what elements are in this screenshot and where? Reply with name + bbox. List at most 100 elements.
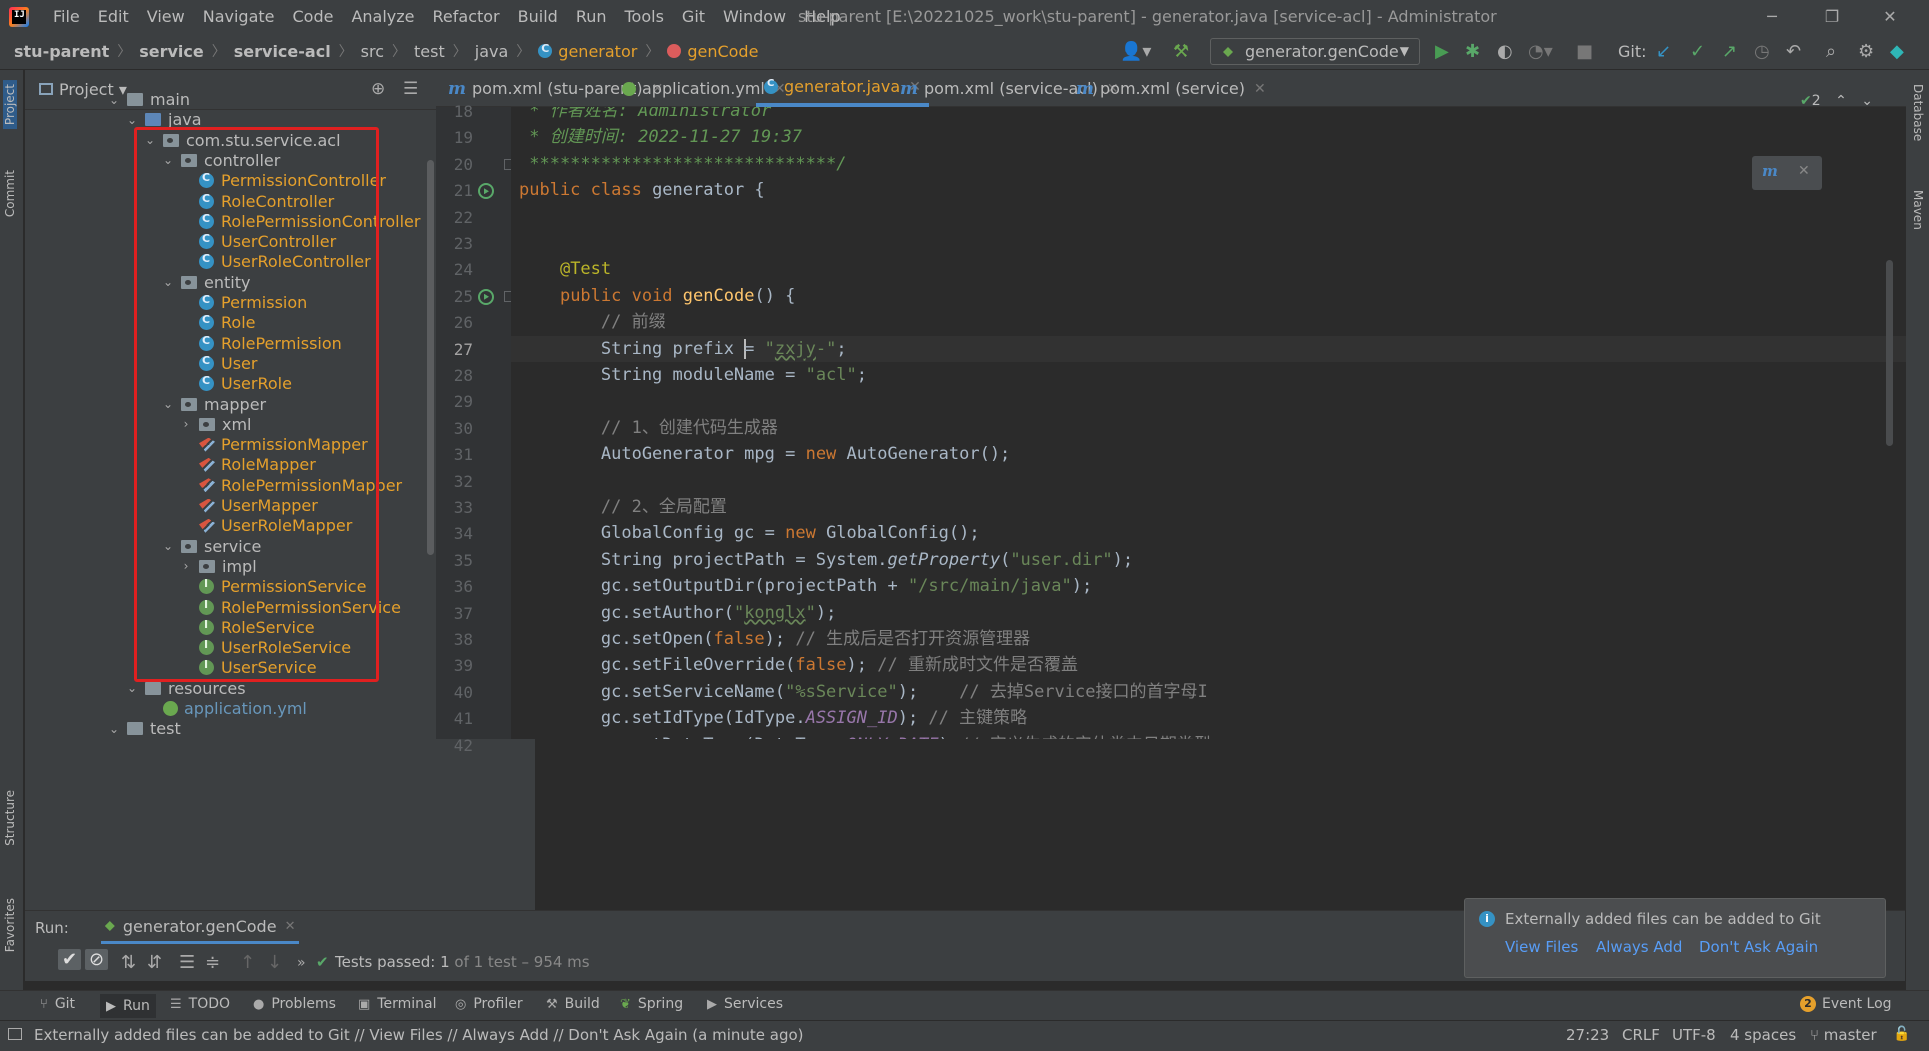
close-icon[interactable]: ✕ xyxy=(285,919,296,934)
sort-duration-icon[interactable]: ⇵ xyxy=(147,952,162,973)
database-tool-button[interactable]: Database xyxy=(1911,84,1925,141)
close-icon[interactable]: ✕ xyxy=(1254,81,1266,97)
code-line[interactable]: gc.setAuthor("konglx"); xyxy=(519,600,836,626)
chevron-right-icon[interactable]: › xyxy=(177,559,195,573)
code-line[interactable]: String projectPath = System.getProperty(… xyxy=(519,547,1133,573)
next-failed-icon[interactable]: ↓ xyxy=(267,952,282,973)
code-editor[interactable]: * 作者姓名: Administrator * 创建时间: 2022-11-27… xyxy=(511,107,1906,739)
chevron-down-icon[interactable]: ⌄ xyxy=(105,722,123,736)
locate-icon[interactable]: ⊕ xyxy=(371,79,385,99)
jetbrains-toolbox-icon[interactable]: ◆ xyxy=(1890,41,1904,63)
caret-position[interactable]: 27:23 xyxy=(1566,1026,1609,1044)
chevron-down-icon[interactable]: ⌄ xyxy=(159,275,177,289)
collapse-all-icon[interactable]: ≑ xyxy=(205,952,220,973)
history-icon[interactable]: ◷ xyxy=(1754,41,1770,63)
menu-git[interactable]: Git xyxy=(673,5,714,29)
project-tool-button[interactable]: Project xyxy=(3,80,17,130)
code-line[interactable]: String prefix = "zxjy-"; xyxy=(519,336,847,362)
code-line[interactable]: // 前缀 xyxy=(519,309,666,335)
chevron-down-icon[interactable]: ⌄ xyxy=(105,93,123,107)
run-test-gutter-icon[interactable] xyxy=(478,288,494,305)
menu-code[interactable]: Code xyxy=(284,5,343,29)
tool-tab-build[interactable]: ⚒ Build xyxy=(546,996,600,1012)
code-line[interactable]: gc.setIdType(IdType.ASSIGN_ID); // 主键策略 xyxy=(519,705,1027,731)
search-icon[interactable]: ⌕ xyxy=(1826,41,1836,63)
inspection-widget[interactable]: ✔2 ⌃ ⌄ xyxy=(1800,93,1873,109)
run-tab[interactable]: generator.genCode ✕ xyxy=(100,911,300,944)
file-encoding[interactable]: UTF-8 xyxy=(1672,1026,1716,1044)
tool-tab-problems[interactable]: ● Problems xyxy=(253,996,336,1012)
chevron-down-icon[interactable]: ⌄ xyxy=(123,681,141,695)
favorites-tool-button[interactable]: Favorites xyxy=(3,898,17,952)
breadcrumb-item[interactable]: generator xyxy=(558,42,637,61)
rollback-icon[interactable]: ↶ xyxy=(1786,41,1801,63)
code-line[interactable]: public void genCode() { xyxy=(519,283,795,309)
always-add-link[interactable]: Always Add xyxy=(1596,938,1682,956)
indent-setting[interactable]: 4 spaces xyxy=(1730,1026,1796,1044)
tree-node[interactable]: ⌄ test xyxy=(105,716,181,741)
close-icon[interactable]: ✕ xyxy=(1798,163,1810,179)
debug-icon[interactable]: ✱ xyxy=(1465,41,1480,63)
code-line[interactable]: AutoGenerator mpg = new AutoGenerator(); xyxy=(519,441,1010,467)
tool-tab-git[interactable]: ⑂ Git xyxy=(40,996,75,1012)
stop-icon[interactable]: ■ xyxy=(1576,41,1593,63)
maven-tool-button[interactable]: Maven xyxy=(1911,190,1925,230)
code-line[interactable]: // 2、全局配置 xyxy=(519,494,727,520)
tool-tab-spring[interactable]: ❦ Spring xyxy=(620,996,683,1012)
chevron-down-icon[interactable]: ⌄ xyxy=(159,397,177,411)
event-log-button[interactable]: 2 Event Log xyxy=(1800,996,1892,1012)
prev-failed-icon[interactable]: ↑ xyxy=(240,952,255,973)
code-line[interactable]: String moduleName = "acl"; xyxy=(519,362,867,388)
run-test-gutter-icon[interactable] xyxy=(478,183,494,200)
close-window-button[interactable]: ✕ xyxy=(1870,4,1910,30)
tool-tab-todo[interactable]: ☰ TODO xyxy=(170,996,230,1012)
tool-tab-profiler[interactable]: ◎ Profiler xyxy=(455,996,523,1012)
sort-alpha-icon[interactable]: ⇅ xyxy=(121,952,136,973)
run-config-select[interactable]: generator.genCode ▼ xyxy=(1210,38,1420,65)
user-icon[interactable]: 👤▾ xyxy=(1120,41,1151,63)
code-line[interactable]: @Test xyxy=(519,256,611,282)
chevron-right-icon[interactable]: › xyxy=(177,417,195,431)
menu-file[interactable]: File xyxy=(44,5,89,29)
editor-scrollbar[interactable] xyxy=(1886,260,1893,446)
breadcrumb-item[interactable]: java xyxy=(475,42,509,61)
tool-tab-services[interactable]: ▶ Services xyxy=(707,996,783,1012)
status-message[interactable]: Externally added files can be added to G… xyxy=(34,1026,804,1044)
code-line[interactable]: gc.setDateType(DateType.ONLY_DATE);// 定义… xyxy=(519,732,1211,739)
breadcrumb-item[interactable]: service xyxy=(139,42,204,61)
code-line[interactable]: gc.setOpen(false); // 生成后是否打开资源管理器 xyxy=(519,626,1030,652)
breadcrumb-item[interactable]: src xyxy=(361,42,384,61)
breadcrumb-item[interactable]: genCode xyxy=(687,42,758,61)
code-line[interactable]: ******************************/ xyxy=(519,151,846,177)
chevron-down-icon[interactable]: ⌄ xyxy=(159,153,177,167)
menu-window[interactable]: Window xyxy=(714,5,795,29)
menu-analyze[interactable]: Analyze xyxy=(342,5,423,29)
menu-refactor[interactable]: Refactor xyxy=(424,5,509,29)
menu-view[interactable]: View xyxy=(138,5,194,29)
minimize-button[interactable]: ─ xyxy=(1752,4,1792,30)
editor-tab[interactable]: m pom.xml (service) ✕ xyxy=(1068,70,1274,107)
dont-ask-again-link[interactable]: Don't Ask Again xyxy=(1699,938,1818,956)
menu-navigate[interactable]: Navigate xyxy=(194,5,284,29)
lock-icon[interactable]: 🔓 xyxy=(1893,1026,1910,1042)
git-update-icon[interactable]: ↙ xyxy=(1656,41,1671,63)
tool-tab-run[interactable]: ▶ Run xyxy=(100,994,156,1018)
git-commit-icon[interactable]: ✓ xyxy=(1690,41,1705,63)
hammer-build-icon[interactable]: ⚒ xyxy=(1173,41,1189,63)
code-line[interactable]: // 1、创建代码生成器 xyxy=(519,415,778,441)
menu-tools[interactable]: Tools xyxy=(616,5,673,29)
code-line[interactable]: gc.setOutputDir(projectPath + "/src/main… xyxy=(519,573,1092,599)
code-line[interactable]: * 创建时间: 2022-11-27 19:37 xyxy=(519,124,802,150)
view-files-link[interactable]: View Files xyxy=(1505,938,1578,956)
git-push-icon[interactable]: ↗ xyxy=(1722,41,1737,63)
expand-all-icon[interactable]: ☰ xyxy=(179,952,195,973)
breadcrumb-item[interactable]: service-acl xyxy=(234,42,331,61)
chevron-down-icon[interactable]: ⌄ xyxy=(123,113,141,127)
breadcrumb-item[interactable]: test xyxy=(414,42,445,61)
commit-tool-button[interactable]: Commit xyxy=(3,170,17,217)
restore-button[interactable]: ❐ xyxy=(1812,4,1852,30)
show-ignored-icon[interactable]: ⊘ xyxy=(85,949,109,970)
menu-run[interactable]: Run xyxy=(567,5,616,29)
code-line[interactable]: GlobalConfig gc = new GlobalConfig(); xyxy=(519,520,980,546)
chevron-down-icon[interactable]: ⌄ xyxy=(159,539,177,553)
